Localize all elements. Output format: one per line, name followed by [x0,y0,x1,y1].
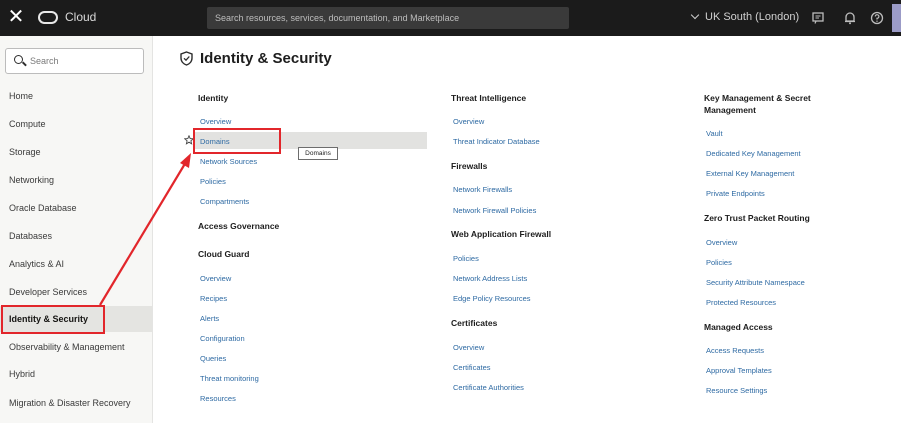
annotation-arrow [99,153,191,306]
